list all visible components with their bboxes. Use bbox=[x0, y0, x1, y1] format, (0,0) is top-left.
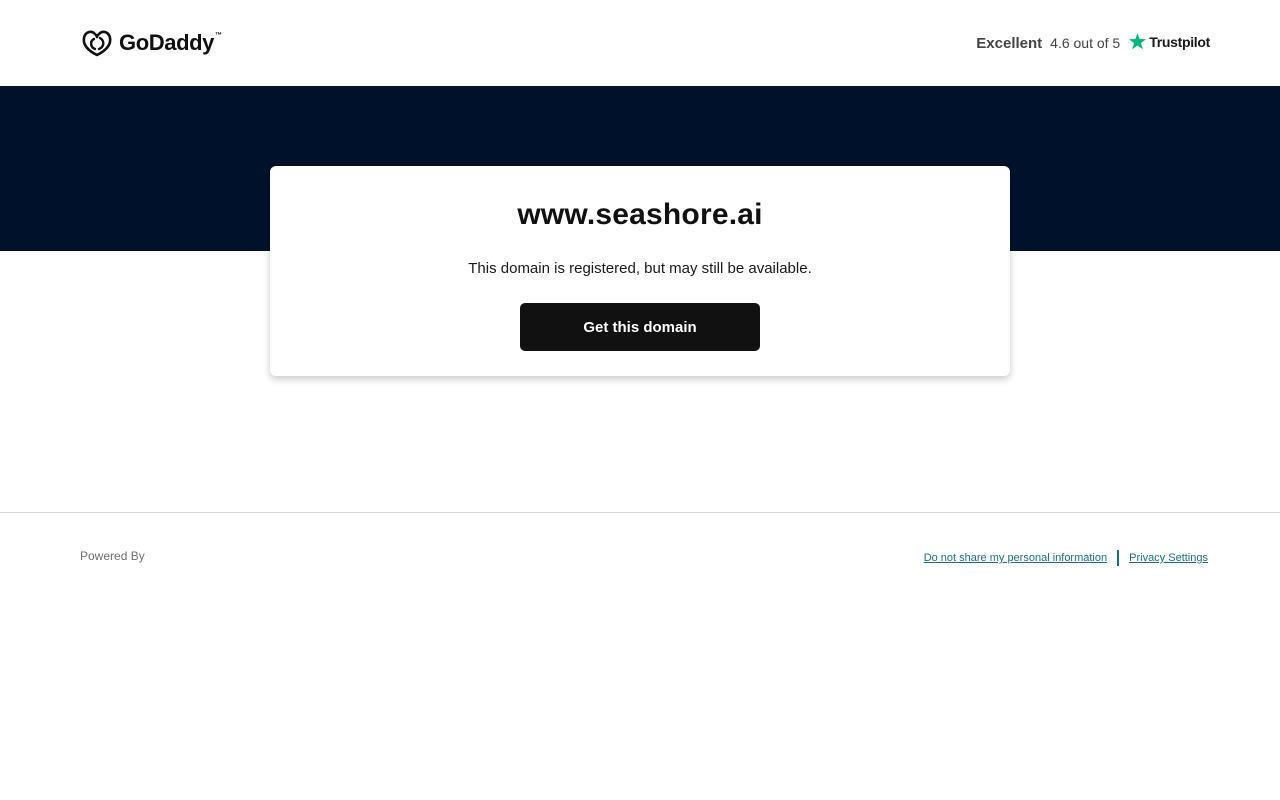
powered-by-text: Powered By bbox=[80, 549, 145, 563]
footer-link-separator bbox=[1117, 550, 1120, 566]
footer-links: Do not share my personal information Pri… bbox=[924, 550, 1208, 566]
logo-wordmark: GoDaddy™ bbox=[119, 30, 222, 55]
trustpilot-rating: Excellent 4.6 out of 5 Trustpilot bbox=[976, 31, 1210, 55]
privacy-settings-link[interactable]: Privacy Settings bbox=[1129, 552, 1208, 564]
rating-label: Excellent bbox=[976, 34, 1043, 52]
get-domain-button[interactable]: Get this domain bbox=[520, 303, 760, 351]
domain-status-text: This domain is registered, but may still… bbox=[468, 260, 812, 277]
godaddy-logo-icon bbox=[82, 30, 112, 57]
do-not-share-link[interactable]: Do not share my personal information bbox=[924, 552, 1107, 564]
domain-card: www.seashore.ai This domain is registere… bbox=[270, 166, 1010, 376]
site-header: GoDaddy™ Excellent 4.6 out of 5 Trustpil… bbox=[0, 0, 1280, 86]
godaddy-logo-link[interactable]: GoDaddy™ bbox=[81, 28, 222, 58]
trustpilot-brand: Trustpilot bbox=[1149, 33, 1210, 50]
domain-name: www.seashore.ai bbox=[517, 198, 763, 231]
rating-score: 4.6 out of 5 bbox=[1050, 35, 1121, 51]
trademark-mark: ™ bbox=[215, 32, 222, 39]
trustpilot-star-icon bbox=[1129, 32, 1147, 49]
footer-divider bbox=[0, 512, 1280, 513]
